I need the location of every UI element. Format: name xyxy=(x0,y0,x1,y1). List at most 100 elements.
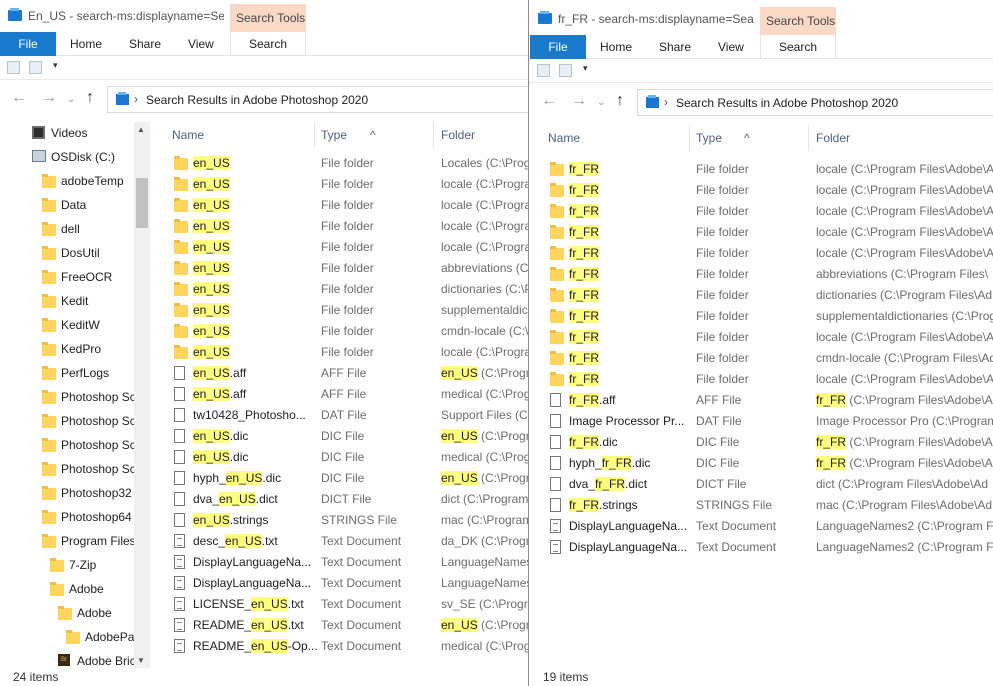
nav-scroll-thumb[interactable] xyxy=(136,178,148,228)
nav-item[interactable]: Program Files xyxy=(0,530,136,552)
new-folder-icon[interactable] xyxy=(29,61,42,74)
nav-item[interactable]: Adobe xyxy=(0,602,134,624)
file-row[interactable]: fr_FR File folder locale (C:\Program Files… xyxy=(536,159,993,180)
tab-file[interactable]: File xyxy=(0,32,56,56)
file-row[interactable]: fr_FR File folder cmdn-locale (C:\Program … xyxy=(536,348,993,369)
nav-item[interactable]: OSDisk (C:) xyxy=(0,146,134,168)
nav-item[interactable]: KedPro xyxy=(0,338,134,360)
file-row[interactable]: hyph_fr_FR.dic DIC File fr_FR (C:\Program … xyxy=(536,453,993,474)
file-row[interactable]: DisplayLanguageNa... Text Document Languag… xyxy=(536,537,993,558)
tab-share[interactable]: Share xyxy=(659,35,691,59)
file-row[interactable]: en_US.affAFF Filemedical (C:\Progra xyxy=(160,384,528,405)
file-row[interactable]: README_en_US-Op... Text Document medical (… xyxy=(160,636,528,657)
recent-locations-icon[interactable]: ⌄ xyxy=(597,97,605,108)
properties-icon[interactable] xyxy=(7,61,20,74)
file-row[interactable]: fr_FR File folder abbreviations (C:\Progra… xyxy=(536,264,993,285)
address-bar[interactable]: › Search Results in Adobe Photoshop 2020 xyxy=(107,86,528,113)
file-row[interactable]: desc_en_US.txt Text Document da_DK (C:\Pro… xyxy=(160,531,528,552)
tab-home[interactable]: Home xyxy=(70,32,102,56)
tab-share[interactable]: Share xyxy=(129,32,161,56)
file-row[interactable]: en_US.dicDIC Fileen_US (C:\Progra xyxy=(160,426,528,447)
file-row[interactable]: DisplayLanguageNa... Text Document Languag… xyxy=(160,573,528,594)
tab-view[interactable]: View xyxy=(188,32,214,56)
file-row[interactable]: dva_en_US.dict DICT File dict (C:\Program xyxy=(160,489,528,510)
file-row[interactable]: dva_fr_FR.dict DICT File dict (C:\Program … xyxy=(536,474,993,495)
file-row[interactable]: LICENSE_en_US.txt Text Document sv_SE (C:\… xyxy=(160,594,528,615)
file-row[interactable]: DisplayLanguageNa... Text Document Languag… xyxy=(160,552,528,573)
file-row[interactable]: fr_FR.aff AFF File fr_FR (C:\Program Files… xyxy=(536,390,993,411)
file-row[interactable]: fr_FR File folder locale (C:\Program Files… xyxy=(536,201,993,222)
nav-item[interactable]: Data xyxy=(0,194,134,216)
file-row[interactable]: en_US File folder locale (C:\Progra xyxy=(160,195,528,216)
nav-item[interactable]: Photoshop Sc xyxy=(0,458,136,480)
nav-item[interactable]: Adobe xyxy=(0,578,134,600)
file-row[interactable]: README_en_US.txt Text Document en_US (C:\P… xyxy=(160,615,528,636)
column-folder-header[interactable]: Folder xyxy=(816,131,850,145)
file-row[interactable]: en_US File folder Locales (C:\Prog xyxy=(160,153,528,174)
chevron-right-icon[interactable]: › xyxy=(664,95,668,109)
file-row[interactable]: fr_FR File folder locale (C:\Program Files… xyxy=(536,243,993,264)
customize-qat-icon[interactable]: ▾ xyxy=(583,63,588,74)
nav-item[interactable]: Photoshop Sc xyxy=(0,410,136,432)
tab-home[interactable]: Home xyxy=(600,35,632,59)
nav-item[interactable]: DosUtil xyxy=(0,242,134,264)
file-row[interactable]: hyph_en_US.dicDIC Fileen_US (C:\Progra xyxy=(160,468,528,489)
properties-icon[interactable] xyxy=(537,64,550,77)
customize-qat-icon[interactable]: ▾ xyxy=(53,60,58,71)
file-row[interactable]: fr_FR File folder supplementaldictionaries… xyxy=(536,306,993,327)
nav-item[interactable]: Photoshop64 xyxy=(0,506,134,528)
chevron-right-icon[interactable]: › xyxy=(134,92,138,106)
nav-scrollbar[interactable]: ▲ ▼ xyxy=(134,122,150,668)
forward-arrow-icon[interactable]: → xyxy=(571,92,587,110)
file-row[interactable]: fr_FR.strings STRINGS File mac (C:\Program… xyxy=(536,495,993,516)
nav-item[interactable]: Kedit xyxy=(0,290,134,312)
file-row[interactable]: en_US File folder locale (C:\Progra xyxy=(160,342,528,363)
nav-item[interactable]: PerfLogs xyxy=(0,362,134,384)
nav-item[interactable]: Photoshop Sc xyxy=(0,386,136,408)
file-row[interactable]: en_US File folder locale (C:\Progra xyxy=(160,237,528,258)
column-folder-header[interactable]: Folder xyxy=(441,128,475,142)
tab-file[interactable]: File xyxy=(530,35,586,59)
back-arrow-icon[interactable]: ← xyxy=(11,89,27,107)
nav-item[interactable]: KeditW xyxy=(0,314,134,336)
file-row[interactable]: fr_FR File folder locale (C:\Program Files… xyxy=(536,180,993,201)
nav-item[interactable]: adobeTemp xyxy=(0,170,134,192)
file-row[interactable]: en_US File folder abbreviations (C: xyxy=(160,258,528,279)
nav-item[interactable]: Photoshop32 xyxy=(0,482,134,504)
file-row[interactable]: Image Processor Pr... DAT File Image Proce… xyxy=(536,411,993,432)
file-row[interactable]: en_US File folder supplementaldic xyxy=(160,300,528,321)
column-name-header[interactable]: Name xyxy=(548,131,580,145)
file-row[interactable]: en_US.strings STRINGS File mac (C:\Program xyxy=(160,510,528,531)
file-row[interactable]: en_US.affAFF Fileen_US (C:\Progra xyxy=(160,363,528,384)
recent-locations-icon[interactable]: ⌄ xyxy=(67,94,75,105)
file-row[interactable]: fr_FR File folder dictionaries (C:\Program… xyxy=(536,285,993,306)
up-arrow-icon[interactable]: ↑ xyxy=(616,92,624,110)
file-row[interactable]: tw10428_Photosho... DAT File Support Files… xyxy=(160,405,528,426)
address-bar[interactable]: › Search Results in Adobe Photoshop 2020 xyxy=(637,89,993,116)
file-row[interactable]: en_US File folder cmdn-locale (C:\ xyxy=(160,321,528,342)
file-row[interactable]: fr_FR.dic DIC File fr_FR (C:\Program Files… xyxy=(536,432,993,453)
scroll-up-icon[interactable]: ▲ xyxy=(137,125,145,134)
file-row[interactable]: fr_FR File folder locale (C:\Program Files… xyxy=(536,327,993,348)
file-row[interactable]: en_US File folder dictionaries (C:\P xyxy=(160,279,528,300)
nav-item[interactable]: Photoshop Sc xyxy=(0,434,136,456)
forward-arrow-icon[interactable]: → xyxy=(41,89,57,107)
nav-item[interactable]: AdobePa xyxy=(0,626,134,648)
nav-item[interactable]: FreeOCR xyxy=(0,266,134,288)
nav-item[interactable]: Br Adobe Bric xyxy=(0,650,136,668)
nav-item[interactable]: dell xyxy=(0,218,134,240)
file-row[interactable]: en_US.dicDIC Filemedical (C:\Progra xyxy=(160,447,528,468)
file-row[interactable]: en_US File folder locale (C:\Progra xyxy=(160,174,528,195)
nav-item[interactable]: 7-Zip xyxy=(0,554,134,576)
scroll-down-icon[interactable]: ▼ xyxy=(137,656,145,665)
nav-item[interactable]: Videos xyxy=(0,122,134,144)
file-row[interactable]: fr_FR File folder locale (C:\Program Files… xyxy=(536,369,993,390)
file-row[interactable]: fr_FR File folder locale (C:\Program Files… xyxy=(536,222,993,243)
up-arrow-icon[interactable]: ↑ xyxy=(86,89,94,107)
column-type-header[interactable]: Type xyxy=(321,128,347,142)
column-name-header[interactable]: Name xyxy=(172,128,204,142)
column-type-header[interactable]: Type xyxy=(696,131,722,145)
back-arrow-icon[interactable]: ← xyxy=(541,92,557,110)
tab-view[interactable]: View xyxy=(718,35,744,59)
file-row[interactable]: DisplayLanguageNa... Text Document Languag… xyxy=(536,516,993,537)
